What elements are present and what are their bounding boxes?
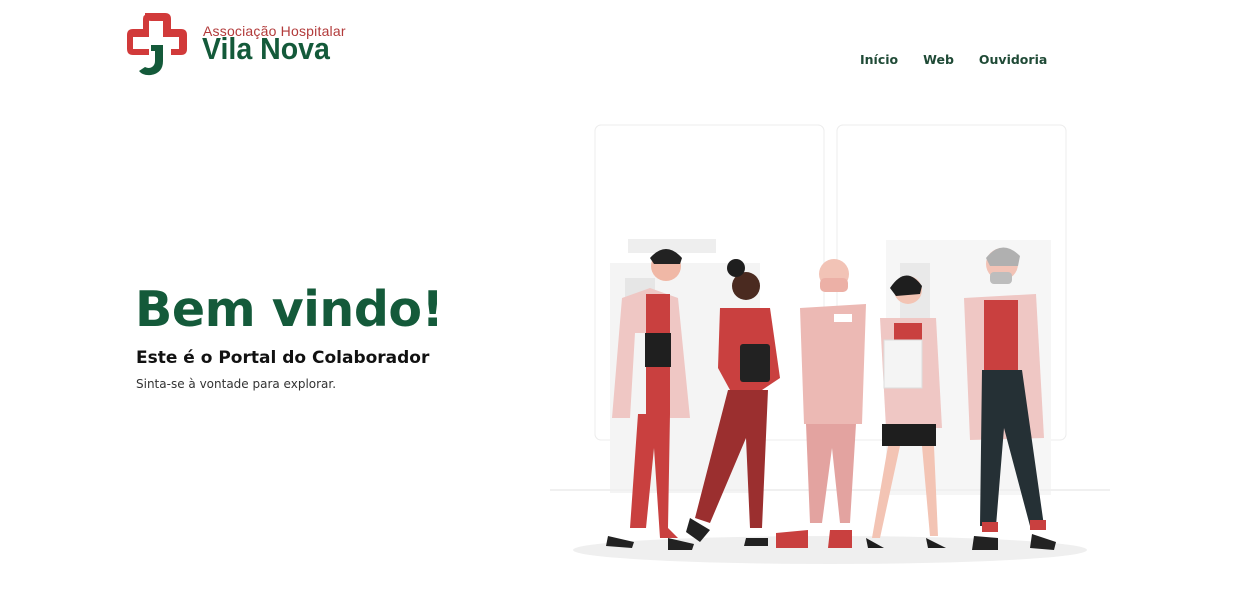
main-nav: Início Web Ouvidoria: [860, 52, 1047, 67]
page: Associação Hospitalar Vila Nova Início W…: [0, 0, 1243, 616]
nav-item-ouvidoria[interactable]: Ouvidoria: [979, 52, 1047, 67]
hero-subtitle: Este é o Portal do Colaborador: [136, 348, 430, 368]
nav-item-inicio[interactable]: Início: [860, 52, 898, 67]
hospital-cross-logo-icon: [127, 13, 187, 76]
hero-note: Sinta-se à vontade para explorar.: [136, 377, 337, 391]
logo-name: Vila Nova: [202, 31, 330, 66]
logo[interactable]: Associação Hospitalar Vila Nova: [121, 9, 361, 79]
nav-item-web[interactable]: Web: [923, 52, 954, 67]
hero-title: Bem vindo!: [135, 281, 444, 338]
medical-team-illustration: [550, 124, 1110, 564]
